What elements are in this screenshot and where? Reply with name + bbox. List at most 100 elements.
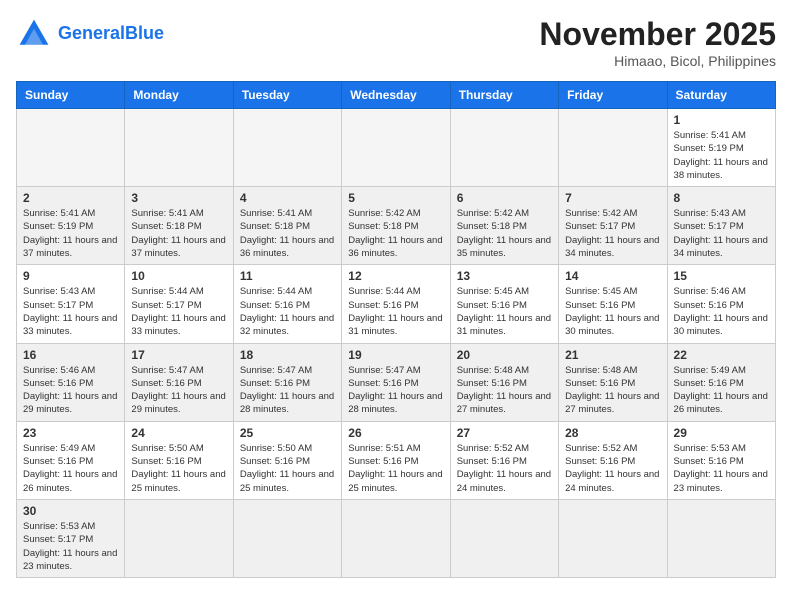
calendar-week-row: 30 Sunrise: 5:53 AM Sunset: 5:17 PM Dayli… (17, 499, 776, 577)
day-number: 9 (23, 269, 118, 283)
calendar-day-11: 11 Sunrise: 5:44 AM Sunset: 5:16 PM Dayli… (233, 265, 341, 343)
day-info: Sunrise: 5:42 AM Sunset: 5:18 PM Dayligh… (348, 207, 443, 260)
day-info: Sunrise: 5:41 AM Sunset: 5:18 PM Dayligh… (240, 207, 335, 260)
calendar-empty-cell (450, 499, 558, 577)
calendar-empty-cell (233, 109, 341, 187)
day-number: 27 (457, 426, 552, 440)
weekday-header-monday: Monday (125, 82, 233, 109)
day-number: 1 (674, 113, 769, 127)
calendar-day-2: 2 Sunrise: 5:41 AM Sunset: 5:19 PM Daylig… (17, 187, 125, 265)
calendar-empty-cell (17, 109, 125, 187)
day-info: Sunrise: 5:52 AM Sunset: 5:16 PM Dayligh… (565, 442, 660, 495)
weekday-header-wednesday: Wednesday (342, 82, 450, 109)
calendar-day-14: 14Sunrise: 5:45 AM Sunset: 5:16 PM Dayli… (559, 265, 667, 343)
day-number: 8 (674, 191, 769, 205)
calendar-day-19: 19 Sunrise: 5:47 AM Sunset: 5:16 PM Dayli… (342, 343, 450, 421)
logo-icon (16, 16, 52, 52)
day-info: Sunrise: 5:53 AM Sunset: 5:17 PM Dayligh… (23, 520, 118, 573)
calendar-empty-cell (342, 499, 450, 577)
logo-blue: Blue (125, 23, 164, 43)
day-number: 23 (23, 426, 118, 440)
calendar-day-13: 13 Sunrise: 5:45 AM Sunset: 5:16 PM Dayli… (450, 265, 558, 343)
calendar-day-21: 21 Sunrise: 5:48 AM Sunset: 5:16 PM Dayli… (559, 343, 667, 421)
day-number: 30 (23, 504, 118, 518)
day-number: 22 (674, 348, 769, 362)
calendar-day-20: 20 Sunrise: 5:48 AM Sunset: 5:16 PM Dayli… (450, 343, 558, 421)
day-info: Sunrise: 5:51 AM Sunset: 5:16 PM Dayligh… (348, 442, 443, 495)
calendar-day-25: 25 Sunrise: 5:50 AM Sunset: 5:16 PM Dayli… (233, 421, 341, 499)
day-info: Sunrise: 5:44 AM Sunset: 5:16 PM Dayligh… (240, 285, 335, 338)
day-info: Sunrise: 5:48 AM Sunset: 5:16 PM Dayligh… (457, 364, 552, 417)
calendar-day-22: 22 Sunrise: 5:49 AM Sunset: 5:16 PM Dayli… (667, 343, 775, 421)
calendar-day-17: 17 Sunrise: 5:47 AM Sunset: 5:16 PM Dayli… (125, 343, 233, 421)
logo-text: GeneralBlue (58, 24, 164, 44)
day-info: Sunrise: 5:41 AM Sunset: 5:19 PM Dayligh… (674, 129, 769, 182)
weekday-header-thursday: Thursday (450, 82, 558, 109)
day-number: 16 (23, 348, 118, 362)
title-block: November 2025 Himaao, Bicol, Philippines (539, 16, 776, 69)
day-info: Sunrise: 5:42 AM Sunset: 5:18 PM Dayligh… (457, 207, 552, 260)
day-number: 15 (674, 269, 769, 283)
day-info: Sunrise: 5:44 AM Sunset: 5:17 PM Dayligh… (131, 285, 226, 338)
location: Himaao, Bicol, Philippines (539, 53, 776, 69)
calendar-empty-cell (125, 109, 233, 187)
day-info: Sunrise: 5:46 AM Sunset: 5:16 PM Dayligh… (674, 285, 769, 338)
day-info: Sunrise: 5:47 AM Sunset: 5:16 PM Dayligh… (131, 364, 226, 417)
day-info: Sunrise: 5:47 AM Sunset: 5:16 PM Dayligh… (348, 364, 443, 417)
day-number: 17 (131, 348, 226, 362)
day-number: 13 (457, 269, 552, 283)
calendar-day-8: 8Sunrise: 5:43 AM Sunset: 5:17 PM Daylig… (667, 187, 775, 265)
calendar-day-6: 6Sunrise: 5:42 AM Sunset: 5:18 PM Daylig… (450, 187, 558, 265)
calendar-day-4: 4 Sunrise: 5:41 AM Sunset: 5:18 PM Daylig… (233, 187, 341, 265)
calendar-empty-cell (450, 109, 558, 187)
day-number: 4 (240, 191, 335, 205)
calendar-day-10: 10 Sunrise: 5:44 AM Sunset: 5:17 PM Dayli… (125, 265, 233, 343)
calendar-empty-cell (233, 499, 341, 577)
calendar-day-1: 1 Sunrise: 5:41 AM Sunset: 5:19 PM Daylig… (667, 109, 775, 187)
calendar-day-27: 27 Sunrise: 5:52 AM Sunset: 5:16 PM Dayli… (450, 421, 558, 499)
day-info: Sunrise: 5:41 AM Sunset: 5:19 PM Dayligh… (23, 207, 118, 260)
calendar-day-3: 3Sunrise: 5:41 AM Sunset: 5:18 PM Daylig… (125, 187, 233, 265)
calendar-day-7: 7Sunrise: 5:42 AM Sunset: 5:17 PM Daylig… (559, 187, 667, 265)
calendar-week-row: 9 Sunrise: 5:43 AM Sunset: 5:17 PM Daylig… (17, 265, 776, 343)
day-info: Sunrise: 5:45 AM Sunset: 5:16 PM Dayligh… (457, 285, 552, 338)
calendar-day-30: 30 Sunrise: 5:53 AM Sunset: 5:17 PM Dayli… (17, 499, 125, 577)
day-info: Sunrise: 5:41 AM Sunset: 5:18 PM Dayligh… (131, 207, 226, 260)
day-number: 20 (457, 348, 552, 362)
day-info: Sunrise: 5:50 AM Sunset: 5:16 PM Dayligh… (240, 442, 335, 495)
calendar-empty-cell (342, 109, 450, 187)
calendar-empty-cell (125, 499, 233, 577)
day-number: 19 (348, 348, 443, 362)
page-header: GeneralBlue November 2025 Himaao, Bicol,… (16, 16, 776, 69)
day-number: 11 (240, 269, 335, 283)
weekday-header-sunday: Sunday (17, 82, 125, 109)
weekday-header-friday: Friday (559, 82, 667, 109)
day-info: Sunrise: 5:49 AM Sunset: 5:16 PM Dayligh… (674, 364, 769, 417)
calendar-day-24: 24Sunrise: 5:50 AM Sunset: 5:16 PM Dayli… (125, 421, 233, 499)
calendar-week-row: 16 Sunrise: 5:46 AM Sunset: 5:16 PM Dayli… (17, 343, 776, 421)
day-info: Sunrise: 5:43 AM Sunset: 5:17 PM Dayligh… (23, 285, 118, 338)
day-number: 24 (131, 426, 226, 440)
calendar-day-18: 18Sunrise: 5:47 AM Sunset: 5:16 PM Dayli… (233, 343, 341, 421)
day-number: 5 (348, 191, 443, 205)
calendar-week-row: 2 Sunrise: 5:41 AM Sunset: 5:19 PM Daylig… (17, 187, 776, 265)
weekday-header-row: SundayMondayTuesdayWednesdayThursdayFrid… (17, 82, 776, 109)
day-info: Sunrise: 5:46 AM Sunset: 5:16 PM Dayligh… (23, 364, 118, 417)
day-number: 7 (565, 191, 660, 205)
calendar-day-5: 5 Sunrise: 5:42 AM Sunset: 5:18 PM Daylig… (342, 187, 450, 265)
day-info: Sunrise: 5:44 AM Sunset: 5:16 PM Dayligh… (348, 285, 443, 338)
day-info: Sunrise: 5:45 AM Sunset: 5:16 PM Dayligh… (565, 285, 660, 338)
calendar-empty-cell (667, 499, 775, 577)
calendar-empty-cell (559, 499, 667, 577)
day-number: 21 (565, 348, 660, 362)
day-number: 2 (23, 191, 118, 205)
calendar-day-16: 16 Sunrise: 5:46 AM Sunset: 5:16 PM Dayli… (17, 343, 125, 421)
calendar-day-29: 29Sunrise: 5:53 AM Sunset: 5:16 PM Dayli… (667, 421, 775, 499)
day-number: 25 (240, 426, 335, 440)
day-number: 28 (565, 426, 660, 440)
day-info: Sunrise: 5:52 AM Sunset: 5:16 PM Dayligh… (457, 442, 552, 495)
day-number: 10 (131, 269, 226, 283)
day-info: Sunrise: 5:48 AM Sunset: 5:16 PM Dayligh… (565, 364, 660, 417)
calendar-day-23: 23Sunrise: 5:49 AM Sunset: 5:16 PM Dayli… (17, 421, 125, 499)
month-title: November 2025 (539, 16, 776, 53)
